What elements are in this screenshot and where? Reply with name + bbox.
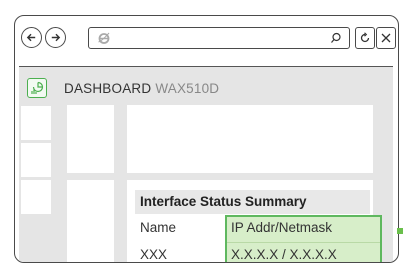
widget-placeholder	[67, 180, 114, 262]
column-header-ip: IP Addr/Netmask	[231, 220, 333, 235]
dashboard-title: DASHBOARD	[64, 81, 152, 96]
sidebar-item[interactable]	[21, 143, 51, 177]
widget-placeholder	[127, 105, 373, 173]
widget-placeholder	[67, 105, 114, 173]
column-header-name: Name	[140, 220, 177, 235]
refresh-button[interactable]	[355, 27, 375, 49]
sidebar-item[interactable]	[21, 106, 51, 140]
refresh-icon	[360, 32, 370, 43]
back-icon	[26, 33, 36, 42]
ie-logo-icon	[98, 32, 110, 44]
page-title: DASHBOARD WAX510D	[64, 81, 219, 96]
search-icon[interactable]	[330, 32, 342, 44]
address-bar[interactable]	[88, 27, 350, 49]
device-model: WAX510D	[155, 81, 220, 96]
close-icon	[381, 33, 391, 43]
back-button[interactable]	[21, 27, 42, 48]
app-logo	[27, 78, 47, 98]
forward-button[interactable]	[45, 27, 66, 48]
sidebar-item[interactable]	[21, 180, 51, 214]
browser-window: DASHBOARD WAX510D Interface Status Summar…	[14, 15, 399, 263]
callout-marker	[397, 228, 403, 234]
interface-status-heading: Interface Status Summary	[135, 190, 370, 214]
table-cell-ip: X.X.X.X / X.X.X.X	[231, 247, 337, 262]
close-button[interactable]	[376, 27, 396, 49]
table-cell-name: XXX	[140, 247, 168, 262]
forward-icon	[51, 33, 61, 42]
dashboard-chart-icon	[31, 81, 44, 94]
